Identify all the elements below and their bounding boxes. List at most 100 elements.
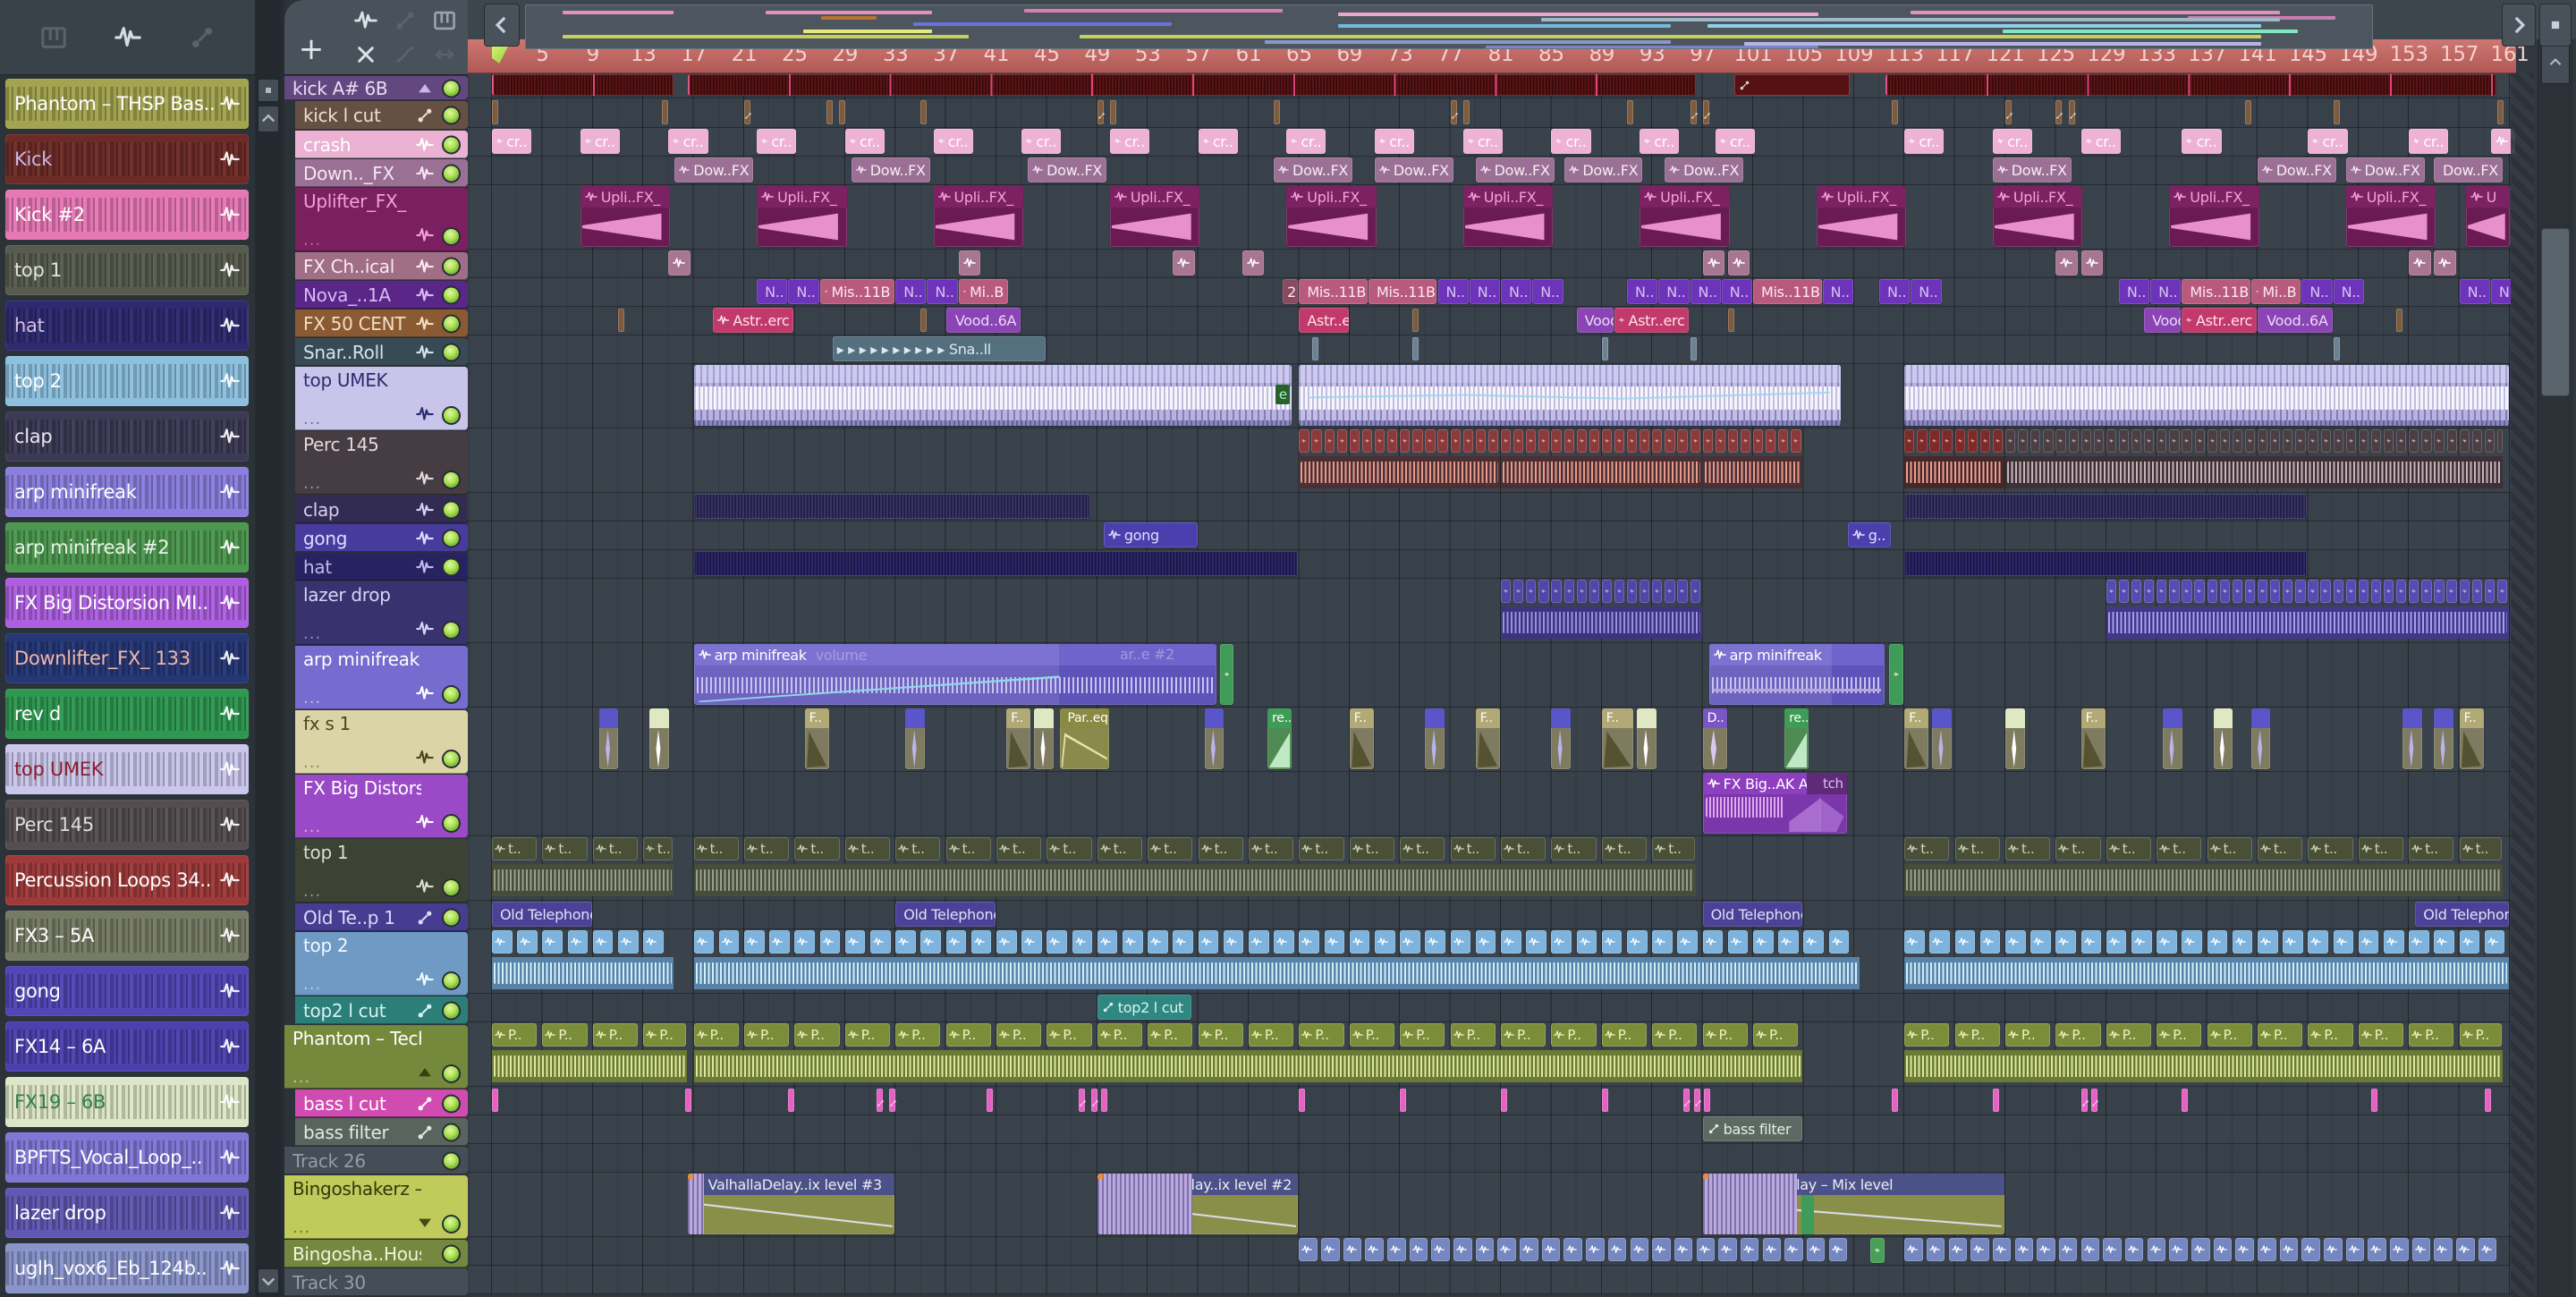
pattern-chip[interactable] (2320, 429, 2331, 453)
pattern-chip[interactable] (1589, 429, 1599, 453)
picker-item[interactable]: uglh_vox6_Eb_124b.. (5, 1243, 249, 1293)
pattern-chip[interactable] (2080, 1238, 2100, 1261)
audio-clip[interactable]: Mis..11B (1299, 279, 1368, 304)
automation-marker-clip[interactable] (1892, 1089, 1899, 1112)
fx-clip[interactable] (1204, 708, 1224, 769)
playlist-row[interactable]: N.. N.. Mis..11B N.. N.. Mi..B 2 Mis..11B Mis..1… (468, 278, 2533, 307)
pattern-chip[interactable]: P.. (2004, 1023, 2051, 1047)
track-header[interactable]: FX Ch..ical (295, 252, 468, 280)
pattern-chip[interactable] (1929, 930, 1951, 954)
audio-clip[interactable] (2080, 250, 2103, 276)
audio-clip[interactable]: cr.. (1992, 129, 2032, 154)
picker-item[interactable]: Perc 145 (5, 800, 249, 850)
pattern-chip[interactable] (2308, 429, 2318, 453)
audio-clip[interactable]: Mis..11B (819, 279, 895, 304)
pattern-chip[interactable] (869, 930, 891, 954)
pattern-chip[interactable] (1576, 429, 1587, 453)
audio-clip[interactable]: N.. (1690, 279, 1721, 304)
pattern-chip[interactable] (1696, 1238, 1716, 1261)
pattern-clip[interactable] (693, 551, 1299, 576)
playlist-row[interactable]: Dow..FX Dow..FX Dow..FX Dow..FX Dow..FX Dow..… (468, 157, 2533, 185)
clip-sequence[interactable]: t.. t.. t.. t.. t.. t.. t.. t.. t.. t.. t.. t.. t.. t… (693, 837, 1696, 898)
track-header[interactable]: top 1... (295, 839, 468, 903)
picker-item[interactable]: clap (5, 411, 249, 462)
pattern-chip[interactable] (2058, 1238, 2078, 1261)
track-header[interactable]: Perc 145... (295, 431, 468, 495)
pattern-chip[interactable] (2118, 429, 2130, 453)
pattern-chip[interactable]: t.. (2004, 837, 2051, 860)
automation-marker-clip[interactable] (1501, 1089, 1507, 1112)
pitch-sub-clip[interactable]: tch (1806, 773, 1847, 794)
track-mute-led[interactable] (442, 971, 461, 990)
automation-marker-clip[interactable] (662, 100, 669, 124)
pattern-chip[interactable] (1690, 580, 1700, 603)
fx-clip[interactable] (598, 708, 619, 769)
pattern-chip[interactable] (2484, 580, 2496, 603)
pattern-chip[interactable] (2295, 429, 2306, 453)
fx-clip[interactable]: re.. (1784, 708, 1809, 769)
audio-clip[interactable]: N.. (1721, 279, 1752, 304)
automation-marker-clip[interactable] (1727, 309, 1734, 332)
audio-clip[interactable]: Vood. (2144, 308, 2182, 333)
pattern-chip[interactable] (1361, 429, 1373, 453)
pattern-chip[interactable]: t.. (2207, 837, 2252, 860)
pattern-chip[interactable] (1762, 1238, 1782, 1261)
audio-clip[interactable]: cr.. (1904, 129, 1945, 154)
pattern-chip[interactable]: P.. (743, 1023, 790, 1047)
track-header[interactable]: bass filter (295, 1118, 468, 1146)
pattern-chip[interactable] (2080, 429, 2091, 453)
track-header[interactable]: Down.._FX (295, 159, 468, 187)
audio-wave-icon[interactable] (416, 405, 434, 423)
audio-clip[interactable] (1299, 365, 1841, 426)
audio-wave-icon[interactable] (416, 258, 434, 276)
pattern-chip[interactable] (718, 930, 740, 954)
audio-clip[interactable]: gong (1103, 522, 1198, 547)
pattern-chip[interactable] (1475, 930, 1496, 954)
automation-marker-clip[interactable] (2055, 100, 2063, 124)
clip-sequence[interactable]: P.. P.. P.. P.. P.. P.. P.. P.. P.. P.. P.. P.. (1904, 1023, 2503, 1084)
piano-roll-icon[interactable] (40, 24, 67, 51)
track-mute-led[interactable] (442, 1244, 461, 1263)
pattern-chip[interactable] (1450, 930, 1471, 954)
audio-clip[interactable] (958, 250, 981, 276)
fx-clip[interactable] (2434, 708, 2453, 769)
pattern-chip[interactable] (2484, 429, 2496, 453)
audio-clip[interactable]: cr.. (2409, 129, 2449, 154)
audio-clip[interactable]: N.. (2118, 279, 2150, 304)
pattern-chip[interactable] (2434, 429, 2445, 453)
track-header[interactable]: gong (295, 524, 468, 552)
pattern-chip[interactable] (1752, 429, 1764, 453)
audio-clip[interactable]: Mi..B (958, 279, 1009, 304)
audio-clip[interactable] (1889, 644, 1904, 705)
pattern-chip[interactable]: t.. (1551, 837, 1597, 860)
automation-clip[interactable]: top2 l cut (1097, 995, 1191, 1020)
selected-pattern-clip[interactable]: e (1733, 74, 1850, 96)
playlist-row[interactable] (468, 929, 2533, 994)
automation-marker-clip[interactable] (1693, 1089, 1701, 1112)
pattern-chip[interactable] (1501, 429, 1512, 453)
automation-marker-clip[interactable] (2333, 100, 2340, 124)
automation-marker-clip[interactable] (1462, 100, 1470, 124)
pattern-chip[interactable] (1324, 429, 1335, 453)
pattern-chip[interactable] (895, 930, 916, 954)
pattern-clip[interactable] (492, 74, 674, 96)
audio-clip[interactable]: Upli..FX_ (2345, 186, 2436, 247)
audio-clip[interactable]: Dow..FX (1665, 157, 1744, 182)
automation-marker-clip[interactable] (2080, 1089, 2089, 1112)
pattern-chip[interactable] (1541, 1238, 1561, 1261)
pattern-chip[interactable] (2384, 429, 2394, 453)
pattern-chip[interactable] (1752, 930, 1774, 954)
track-mute-led[interactable] (442, 406, 461, 425)
pattern-chip[interactable] (1551, 930, 1572, 954)
pattern-chip[interactable] (2232, 580, 2243, 603)
audio-clip[interactable]: Vood. (1576, 308, 1614, 333)
audio-clip[interactable]: Upli..FX_ (1462, 186, 1554, 247)
automation-link-icon[interactable] (416, 1002, 434, 1020)
fx-clip[interactable] (1425, 708, 1445, 769)
track-mute-led[interactable] (442, 106, 461, 125)
pattern-chip[interactable] (2496, 429, 2503, 453)
automation-marker-clip[interactable] (1109, 100, 1116, 124)
track-mute-led[interactable] (442, 1094, 461, 1113)
picker-item[interactable]: FX19 – 6B (5, 1077, 249, 1127)
pattern-chip[interactable] (2396, 429, 2407, 453)
